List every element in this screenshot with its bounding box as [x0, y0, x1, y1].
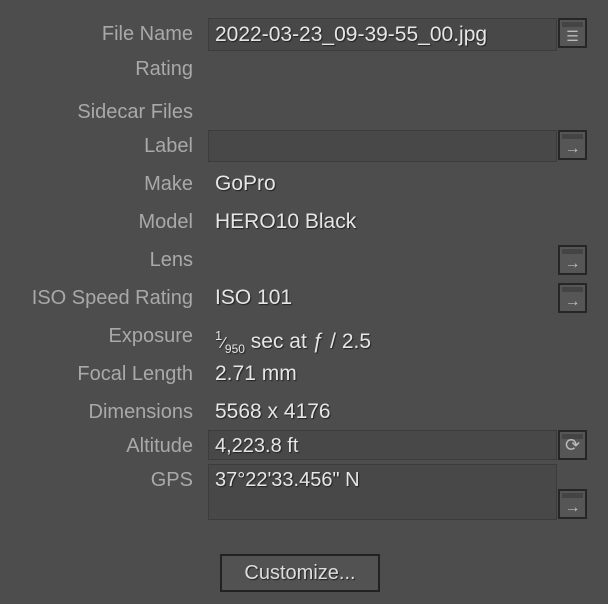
arrow-right-icon: →	[564, 499, 581, 516]
arrow-right-icon: →	[564, 140, 581, 157]
refresh-icon: ⟳	[564, 434, 581, 455]
file-name-label: File Name	[101, 23, 193, 45]
altitude-value[interactable]: 4,223.8 ft	[215, 434, 298, 458]
iso-go-button[interactable]: →	[558, 283, 587, 313]
exposure-label: Exposure	[108, 325, 194, 347]
lens-go-button[interactable]: →	[558, 245, 587, 275]
arrow-right-icon: →	[564, 255, 581, 272]
model-label: Model	[138, 211, 193, 233]
altitude-refresh-button[interactable]: ⟳	[558, 430, 587, 460]
iso-value: ISO 101	[215, 286, 293, 309]
file-list-button[interactable]: ☰	[558, 18, 587, 48]
label-input[interactable]	[208, 130, 557, 162]
dimensions-value: 5568 x 4176	[215, 400, 331, 423]
altitude-label: Altitude	[126, 435, 193, 457]
exposure-denominator: 950	[224, 342, 245, 357]
label-go-button[interactable]: →	[558, 130, 587, 160]
gps-value[interactable]: 37°22'33.456" N	[215, 468, 360, 492]
list-icon: ☰	[566, 27, 579, 44]
label-label: Label	[144, 135, 193, 157]
make-label: Make	[144, 173, 193, 195]
sidecar-files-label: Sidecar Files	[77, 101, 193, 123]
exposure-rest: sec at ƒ / 2.5	[244, 330, 372, 353]
lens-label: Lens	[149, 249, 193, 271]
make-value: GoPro	[215, 172, 276, 195]
gps-go-button[interactable]: →	[558, 489, 587, 519]
model-value: HERO10 Black	[215, 210, 357, 233]
file-name-value[interactable]: 2022-03-23_09-39-55_00.jpg	[215, 23, 487, 47]
focal-length-label: Focal Length	[77, 363, 193, 385]
arrow-right-icon: →	[564, 293, 581, 310]
dimensions-label: Dimensions	[88, 401, 193, 423]
gps-label: GPS	[150, 469, 193, 491]
exposure-value: 1⁄950 sec at ƒ / 2.5	[215, 328, 372, 357]
focal-length-value: 2.71 mm	[215, 362, 297, 385]
rating-label: Rating	[135, 58, 193, 80]
customize-button[interactable]: Customize...	[220, 554, 380, 592]
iso-label: ISO Speed Rating	[31, 287, 193, 309]
